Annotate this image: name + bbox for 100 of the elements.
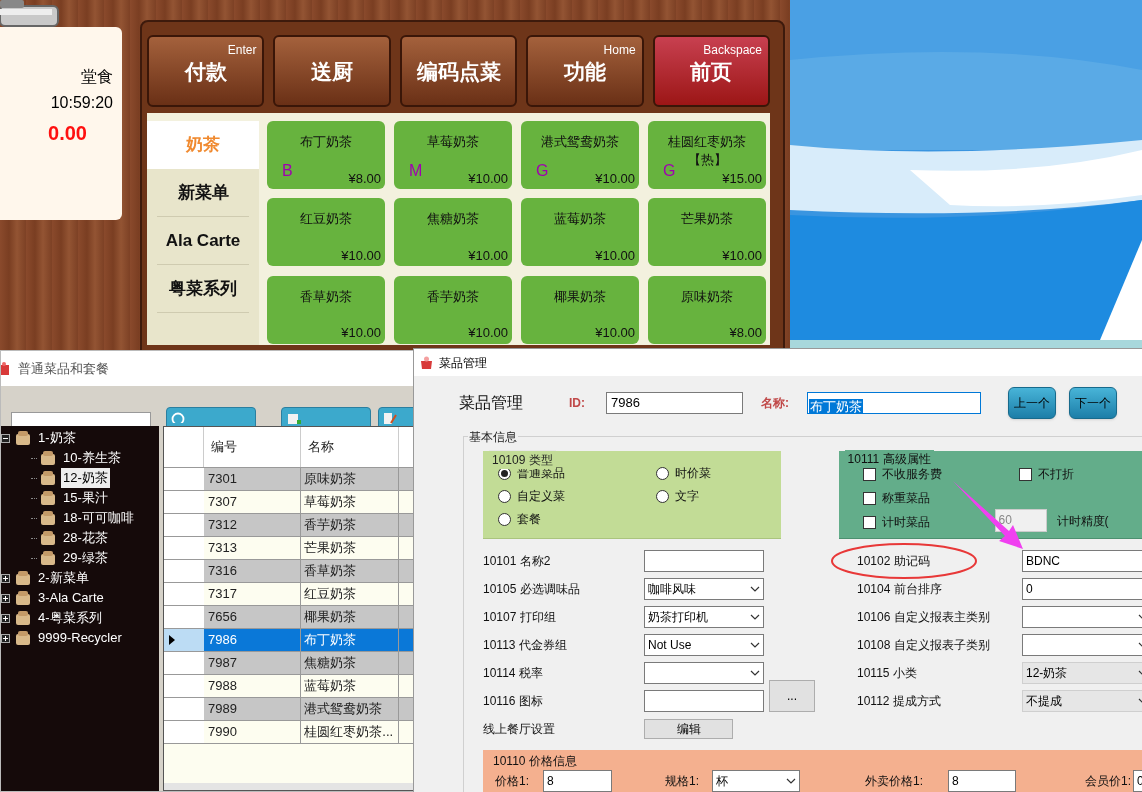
window-title: 普通菜品和套餐 (18, 359, 109, 378)
field-label: 线上餐厅设置 (483, 721, 556, 738)
shortcut-hint: Backspace (703, 42, 763, 59)
chevron-down-icon (750, 614, 760, 620)
field-label: 外卖价格1: (865, 773, 924, 790)
item-code: B (282, 161, 293, 181)
input-field[interactable]: BDNC (1022, 550, 1142, 572)
function-button[interactable]: Home 功能 (526, 35, 644, 107)
nav-button[interactable]: 下一个 (1069, 387, 1117, 419)
function-button[interactable]: Backspace 前页 (652, 35, 771, 107)
menu-item-tile[interactable]: 草莓奶茶 M ¥10.00 (394, 121, 512, 189)
new-item-button[interactable] (281, 407, 371, 426)
tree-item[interactable]: 18-可可咖啡 (61, 508, 136, 528)
field-label: 规格1: (665, 773, 700, 790)
dropdown[interactable] (1022, 634, 1142, 656)
tree-item[interactable]: 10-养生茶 (61, 448, 123, 468)
box-icon (15, 590, 31, 606)
item-price: ¥8.00 (348, 169, 381, 188)
tree-item[interactable]: 1-奶茶 (36, 428, 78, 448)
table-cell: 芒果奶茶 (301, 537, 399, 559)
expand-toggle[interactable] (1, 593, 10, 603)
item-name: 椰果奶茶 (553, 287, 607, 306)
item-code: M (409, 161, 423, 181)
input-field[interactable]: 8 (543, 770, 612, 792)
row-header[interactable] (164, 629, 204, 651)
dropdown[interactable]: 奶茶打印机 (644, 606, 764, 628)
dropdown[interactable]: 杯 (712, 770, 800, 792)
nav-button[interactable]: 上一个 (1008, 387, 1056, 419)
box-icon (15, 430, 31, 446)
input-field[interactable]: 8 (948, 770, 1016, 792)
menu-item-tile[interactable]: 焦糖奶茶 ¥10.00 (394, 198, 512, 267)
expand-toggle[interactable] (1, 613, 10, 623)
item-name: 芒果奶茶 (680, 210, 734, 229)
menu-item-tile[interactable]: 芒果奶茶 ¥10.00 (648, 198, 766, 267)
checkbox[interactable] (1018, 467, 1032, 481)
column-header: 名称 (301, 427, 399, 467)
input-field[interactable] (644, 690, 764, 712)
menu-item-tile[interactable]: 红豆奶茶 ¥10.00 (267, 198, 385, 267)
tree-item[interactable]: 29-绿茶 (61, 548, 110, 568)
shortcut-hint: Enter (227, 42, 257, 59)
expand-toggle[interactable] (1, 573, 10, 583)
menu-item-tile[interactable]: 港式鸳鸯奶茶 G ¥10.00 (521, 121, 639, 189)
item-price: ¥10.00 (595, 169, 635, 188)
dropdown[interactable] (1022, 606, 1142, 628)
search-field[interactable] (11, 412, 151, 426)
document-icon (286, 412, 302, 424)
order-time: 10:59:20 (50, 93, 113, 113)
menu-item-tile[interactable]: 香芋奶茶 ¥10.00 (394, 275, 512, 344)
table-cell: 7987 (204, 652, 302, 674)
dropdown[interactable] (644, 662, 764, 684)
menu-item-tile[interactable]: 香草奶茶 ¥10.00 (267, 275, 385, 344)
checkbox[interactable] (862, 491, 876, 505)
radio-button[interactable] (656, 466, 669, 480)
query-button[interactable] (166, 407, 256, 426)
tree-item[interactable]: 4-粤菜系列 (36, 608, 104, 628)
id-field[interactable]: 7986 (606, 392, 743, 414)
browse-button[interactable]: ... (769, 680, 815, 712)
menu-item-tile[interactable]: 原味奶茶 ¥8.00 (648, 275, 766, 344)
expand-toggle[interactable] (1, 633, 10, 643)
item-price: ¥10.00 (341, 246, 381, 265)
checkbox[interactable] (862, 515, 876, 529)
tree-item[interactable]: 3-Ala Carte (36, 588, 106, 608)
tree-item[interactable]: 12-奶茶 (61, 468, 110, 488)
input-field[interactable] (644, 550, 764, 572)
table-cell: 椰果奶茶 (301, 606, 399, 628)
item-code: G (536, 161, 549, 181)
edit-button[interactable]: 编辑 (644, 719, 733, 739)
radio-button[interactable] (656, 489, 669, 503)
tree-item[interactable]: 2-新菜单 (36, 568, 91, 588)
radio-button[interactable] (498, 489, 511, 503)
item-name: 香草奶茶 (299, 287, 353, 306)
expand-toggle[interactable] (1, 433, 10, 443)
radio-button[interactable] (498, 512, 511, 526)
menu-item-tile[interactable]: 布丁奶茶 B ¥8.00 (267, 121, 385, 189)
function-button[interactable]: 送厨 (273, 35, 391, 107)
name-field[interactable]: 布丁奶茶 (807, 392, 981, 414)
tree-item[interactable]: 15-果汁 (61, 488, 110, 508)
item-name: 红豆奶茶 (299, 210, 353, 229)
box-icon (40, 490, 56, 506)
menu-item-tile[interactable]: 椰果奶茶 ¥10.00 (521, 275, 639, 344)
category-tab[interactable]: 新菜单 (157, 169, 249, 217)
field-label: 10112 提成方式 (857, 693, 942, 710)
input-field[interactable]: 0 (1022, 578, 1142, 600)
category-tab[interactable]: Ala Carte (157, 217, 249, 265)
box-icon (40, 530, 56, 546)
field-label: 10101 名称2 (483, 553, 552, 570)
option-label: 时价菜 (675, 465, 711, 482)
dropdown[interactable]: 咖啡风味 (644, 578, 764, 600)
function-button[interactable]: 编码点菜 (399, 35, 518, 107)
tree-item[interactable]: 28-花茶 (61, 528, 110, 548)
field-label: 10104 前台排序 (857, 581, 943, 598)
category-tab[interactable]: 粤菜系列 (157, 265, 249, 313)
function-button[interactable]: Enter 付款 (147, 35, 265, 107)
menu-item-tile[interactable]: 蓝莓奶茶 ¥10.00 (521, 198, 639, 267)
table-cell: 焦糖奶茶 (301, 652, 399, 674)
item-name: 蓝莓奶茶 (553, 210, 607, 229)
option-label: 不打折 (1037, 466, 1074, 483)
item-price: ¥10.00 (468, 324, 508, 343)
tree-item[interactable]: 9999-Recycler (36, 628, 124, 648)
dropdown[interactable]: Not Use (644, 634, 764, 656)
